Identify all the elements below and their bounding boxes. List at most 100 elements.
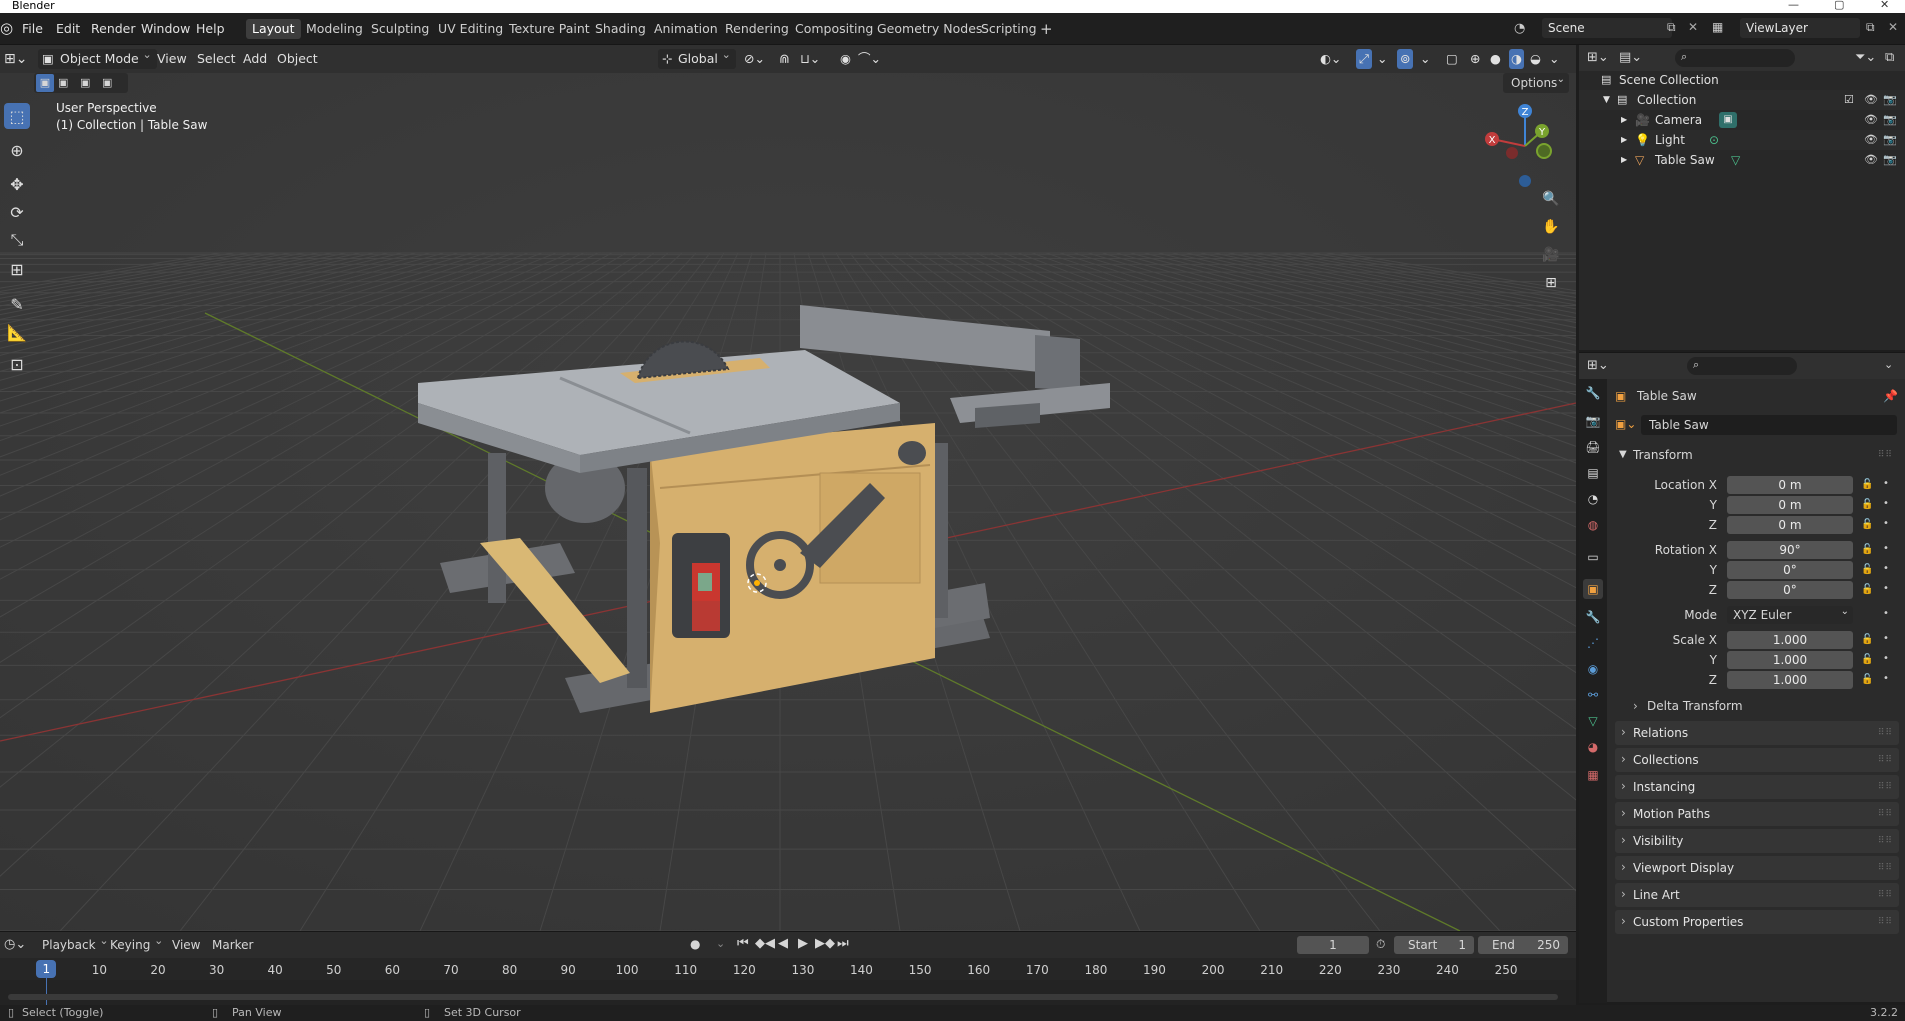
location-z-field[interactable]: 0 m [1727, 516, 1853, 534]
properties-editor-icon[interactable]: ⊞⌄ [1587, 358, 1609, 373]
keyframe-dot-icon[interactable]: • [1883, 608, 1889, 619]
use-preview-range-icon[interactable]: ⏱ [1376, 937, 1385, 952]
keyframe-dot-icon[interactable]: • [1883, 498, 1889, 509]
menu-file[interactable]: File [22, 21, 43, 36]
drag-handle-icon[interactable]: ⠿⠿ [1878, 883, 1893, 907]
keyframe-type-icon[interactable]: ⌄ [716, 937, 725, 950]
tab-shading[interactable]: Shading [589, 19, 652, 39]
keyframe-dot-icon[interactable]: • [1883, 673, 1889, 684]
lock-icon[interactable]: 🔓 [1861, 499, 1873, 510]
scene-icon[interactable]: ◔ [1514, 21, 1525, 36]
scale-x-field[interactable]: 1.000 [1727, 631, 1853, 649]
keying-menu[interactable]: Keying [104, 931, 168, 955]
tab-animation[interactable]: Animation [648, 19, 724, 39]
new-scene-icon[interactable]: ⧉ [1667, 20, 1676, 35]
world-tab-icon[interactable]: ◍ [1583, 515, 1603, 535]
lock-icon[interactable]: 🔓 [1861, 544, 1873, 555]
current-frame-field[interactable]: 1 [1297, 936, 1369, 954]
jump-end-icon[interactable]: ⏭ [837, 936, 849, 951]
render-tab-icon[interactable]: 📷 [1583, 411, 1603, 431]
lock-icon[interactable]: 🔓 [1861, 654, 1873, 665]
chevron-down-icon[interactable]: ⌄ [1884, 358, 1893, 371]
panel-relations[interactable]: Relations⠿⠿ [1615, 720, 1899, 745]
scale-z-field[interactable]: 1.000 [1727, 671, 1853, 689]
rotation-y-field[interactable]: 0° [1727, 561, 1853, 579]
select-extend-icon[interactable]: ▣ [58, 74, 68, 92]
marker-menu[interactable]: Marker [212, 938, 253, 952]
panel-viewport-display[interactable]: Viewport Display⠿⠿ [1615, 855, 1899, 880]
gizmo-dropdown-icon[interactable]: ⌄ [1377, 49, 1387, 69]
render-camera-icon[interactable]: 📷 [1883, 130, 1897, 150]
timeline-view-menu[interactable]: View [172, 938, 200, 952]
new-collection-icon[interactable]: ⧉ [1885, 50, 1894, 65]
lock-icon[interactable]: 🔓 [1861, 479, 1873, 490]
particles-tab-icon[interactable]: ⋰ [1583, 633, 1603, 653]
expand-icon[interactable]: ▶ [1621, 110, 1627, 130]
tab-modeling[interactable]: Modeling [300, 19, 369, 39]
eye-icon[interactable]: 👁 [1864, 110, 1878, 130]
panel-motion-paths[interactable]: Motion Paths⠿⠿ [1615, 801, 1899, 826]
collection-tab-icon[interactable]: ▭ [1583, 547, 1603, 567]
expand-icon[interactable]: ▶ [1621, 130, 1627, 150]
exclude-checkbox-icon[interactable]: ☑ [1844, 90, 1854, 110]
keyframe-dot-icon[interactable]: • [1883, 563, 1889, 574]
select-new-icon[interactable]: ▣ [36, 74, 54, 92]
add-workspace-icon[interactable]: + [1034, 19, 1059, 39]
ortho-toggle-icon[interactable]: ⊞ [1538, 270, 1564, 296]
timeline-scrollbar[interactable] [8, 994, 1558, 1000]
jump-start-icon[interactable]: ⏮ [737, 936, 749, 951]
menu-render[interactable]: Render [91, 21, 136, 36]
expand-icon[interactable]: ▼ [1603, 90, 1610, 110]
view-layer-tab-icon[interactable]: ▤ [1583, 463, 1603, 483]
data-tab-icon[interactable]: ▽ [1583, 711, 1603, 731]
zoom-icon[interactable]: 🔍 [1538, 186, 1564, 212]
menu-edit[interactable]: Edit [56, 21, 80, 36]
keyframe-dot-icon[interactable]: • [1883, 653, 1889, 664]
properties-search-input[interactable]: ⌕ [1687, 357, 1797, 375]
lock-icon[interactable]: 🔓 [1861, 564, 1873, 575]
tool-cursor-icon[interactable]: ⊕ [4, 137, 30, 163]
material-shading-icon[interactable]: ◑ [1509, 49, 1524, 69]
tool-select-box-icon[interactable]: ⬚ [4, 103, 30, 129]
outliner-scene-collection[interactable]: ▤ Scene Collection [1579, 70, 1905, 90]
select-subtract-icon[interactable]: ▣ [80, 74, 90, 92]
rotation-z-field[interactable]: 0° [1727, 581, 1853, 599]
render-camera-icon[interactable]: 📷 [1883, 110, 1897, 130]
pivot-icon[interactable]: ⊘⌄ [744, 49, 765, 69]
overlays-toggle-icon[interactable]: ⊚ [1397, 49, 1414, 69]
maximize-icon[interactable]: ▢ [1834, 0, 1844, 11]
playback-menu[interactable]: Playback [36, 931, 114, 955]
solid-shading-icon[interactable]: ● [1490, 49, 1501, 69]
visibility-icon[interactable]: ◐⌄ [1320, 49, 1341, 69]
wireframe-shading-icon[interactable]: ⊕ [1470, 49, 1480, 69]
render-camera-icon[interactable]: 📷 [1883, 150, 1897, 170]
tab-uv-editing[interactable]: UV Editing [432, 19, 509, 39]
play-icon[interactable]: ▶ [798, 936, 808, 951]
next-keyframe-icon[interactable]: ▶◆ [815, 936, 835, 951]
outliner-item-camera[interactable]: ▶ 🎥 Camera ▣ 👁 📷 [1579, 110, 1905, 130]
object-tab-icon[interactable]: ▣ [1583, 579, 1603, 599]
new-view-layer-icon[interactable]: ⧉ [1866, 20, 1875, 35]
tool-scale-icon[interactable]: ⤡ [4, 227, 30, 253]
play-reverse-icon[interactable]: ◀ [778, 936, 788, 951]
drag-handle-icon[interactable]: ⠿⠿ [1878, 748, 1893, 772]
constraints-tab-icon[interactable]: ⚯ [1583, 685, 1603, 705]
outliner-item-table-saw[interactable]: ▶ ▽ Table Saw ▽ 👁 📷 [1579, 150, 1905, 170]
viewport-menu-select[interactable]: Select [197, 49, 236, 69]
tool-move-icon[interactable]: ✥ [4, 171, 30, 197]
object-name-field[interactable]: Table Saw [1641, 415, 1897, 435]
tool-transform-icon[interactable]: ⊞ [4, 256, 30, 282]
tab-scripting[interactable]: Scripting [975, 19, 1043, 39]
tab-layout[interactable]: Layout [246, 19, 301, 39]
panel-visibility[interactable]: Visibility⠿⠿ [1615, 828, 1899, 853]
delta-transform-subpanel[interactable]: › Delta Transform [1629, 695, 1899, 717]
menu-window[interactable]: Window [141, 21, 190, 36]
outliner-editor-icon[interactable]: ⊞⌄ [1587, 50, 1609, 65]
tool-annotate-icon[interactable]: ✎ [4, 291, 30, 317]
rendered-shading-icon[interactable]: ◒ [1530, 49, 1541, 69]
pin-icon[interactable]: 📌 [1883, 389, 1898, 403]
proportional-edit-icon[interactable]: ◉ [840, 49, 851, 69]
keyframe-dot-icon[interactable]: • [1883, 543, 1889, 554]
delete-view-layer-icon[interactable]: ✕ [1888, 20, 1898, 34]
eye-icon[interactable]: 👁 [1864, 150, 1878, 170]
